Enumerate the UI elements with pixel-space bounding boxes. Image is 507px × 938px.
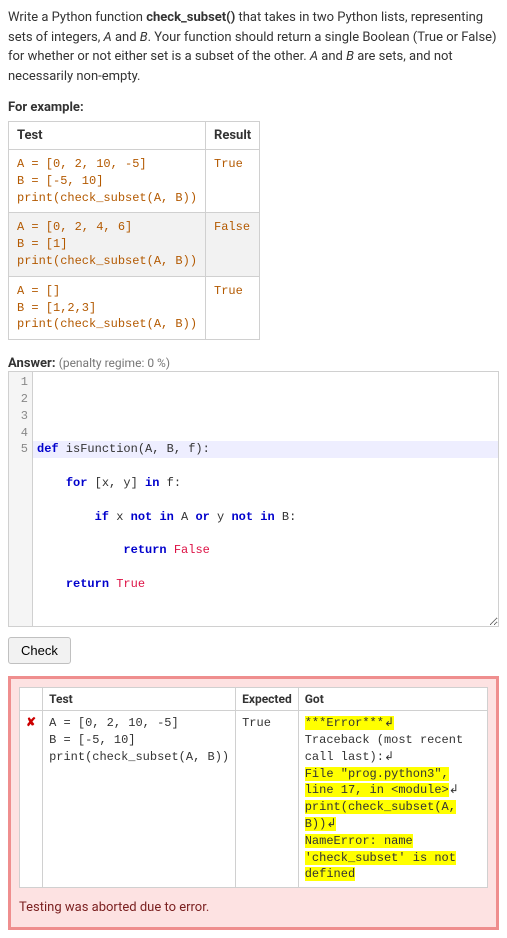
test-result: True [206,276,260,339]
result-row: ✘ A = [0, 2, 10, -5] B = [-5, 10] print(… [20,711,488,888]
col-test: Test [43,688,236,711]
test-code: A = [] B = [1,2,3] print(check_subset(A,… [9,276,206,339]
test-code: A = [0, 2, 10, -5] B = [-5, 10] print(ch… [9,150,206,213]
table-row: A = [0, 2, 4, 6] B = [1] print(check_sub… [9,213,260,276]
example-label: For example: [8,100,499,115]
table-row: A = [0, 2, 10, -5] B = [-5, 10] print(ch… [9,150,260,213]
answer-label: Answer: (penalty regime: 0 %) [8,356,499,371]
col-expected: Expected [236,688,299,711]
test-result: False [206,213,260,276]
col-got: Got [298,688,487,711]
table-row: A = [] B = [1,2,3] print(check_subset(A,… [9,276,260,339]
result-panel: Test Expected Got ✘ A = [0, 2, 10, -5] B… [8,676,499,930]
result-message: Testing was aborted due to error. [19,896,488,919]
col-result: Result [206,122,260,150]
result-expected: True [236,711,299,888]
col-status [20,688,43,711]
result-got: ***Error***↲Traceback (most recent call … [298,711,487,888]
result-table: Test Expected Got ✘ A = [0, 2, 10, -5] B… [19,687,488,888]
test-code: A = [0, 2, 4, 6] B = [1] print(check_sub… [9,213,206,276]
example-table: Test Result A = [0, 2, 10, -5] B = [-5, … [8,121,260,340]
check-button[interactable]: Check [8,637,71,664]
penalty-text: (penalty regime: 0 %) [59,356,170,370]
code-editor[interactable]: 1 2 3 4 5 def isFunction(A, B, f): for [… [8,371,499,627]
result-test: A = [0, 2, 10, -5] B = [-5, 10] print(ch… [43,711,236,888]
col-test: Test [9,122,206,150]
function-name: check_subset() [146,10,235,25]
line-gutter: 1 2 3 4 5 [9,372,33,626]
question-text: Write a Python function check_subset() t… [8,8,499,86]
test-result: True [206,150,260,213]
fail-icon: ✘ [20,711,43,888]
code-area[interactable]: def isFunction(A, B, f): for [x, y] in f… [33,372,498,626]
